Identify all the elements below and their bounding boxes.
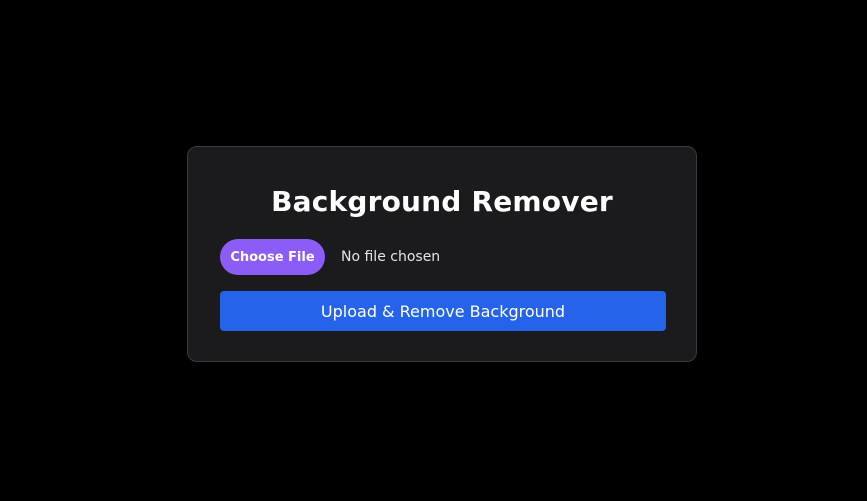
page-title: Background Remover — [271, 185, 613, 218]
background-remover-card: Background Remover Choose File No file c… — [187, 146, 697, 362]
upload-remove-background-button[interactable]: Upload & Remove Background — [220, 291, 666, 331]
choose-file-button[interactable]: Choose File — [220, 239, 325, 275]
file-status-text: No file chosen — [341, 249, 441, 265]
file-input[interactable]: Choose File No file chosen — [220, 239, 664, 275]
